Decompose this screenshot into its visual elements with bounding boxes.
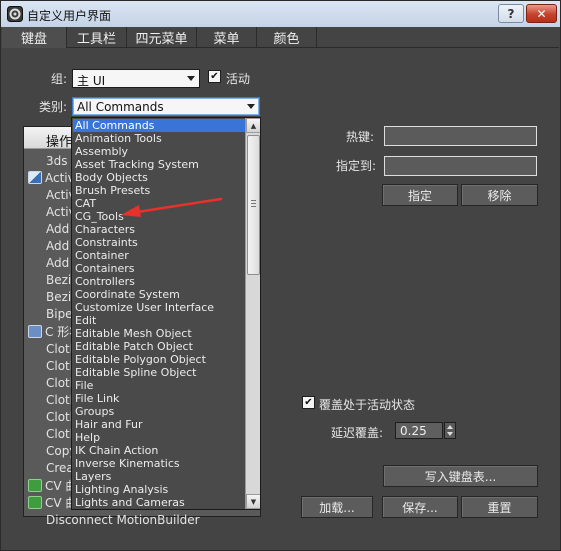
window-title: 自定义用户界面	[27, 9, 112, 23]
hotkey-label: 热键:	[346, 130, 375, 144]
help-button[interactable]: ?	[498, 4, 524, 23]
dropdown-option[interactable]: IK Chain Action	[73, 444, 245, 457]
load-button[interactable]: 加载...	[301, 496, 373, 518]
reset-button[interactable]: 重置	[461, 496, 538, 518]
dropdown-option[interactable]: Brush Presets	[73, 184, 245, 197]
dropdown-option[interactable]: Editable Polygon Object	[73, 353, 245, 366]
override-active-checkbox[interactable]: ✔	[302, 396, 315, 409]
dropdown-option[interactable]: Asset Tracking System	[73, 158, 245, 171]
dropdown-option[interactable]: Assembly	[73, 145, 245, 158]
delay-spinner[interactable]	[444, 422, 456, 439]
chess-icon	[28, 171, 42, 185]
dropdown-option[interactable]: Editable Spline Object	[73, 366, 245, 379]
scroll-down-icon[interactable]: ▼	[246, 494, 260, 509]
dropdown-option[interactable]: Controllers	[73, 275, 245, 288]
dropdown-option[interactable]: Constraints	[73, 236, 245, 249]
grip-icon	[251, 200, 256, 207]
spin-up-icon[interactable]	[447, 425, 453, 429]
active-label: 活动	[226, 72, 251, 86]
dropdown-option[interactable]: Container	[73, 249, 245, 262]
spin-down-icon[interactable]	[447, 432, 453, 436]
assigned-to-label: 指定到:	[336, 159, 377, 173]
cv-curve-icon	[28, 478, 42, 492]
customize-ui-dialog: 自定义用户界面 ? ✕ 键盘 工具栏 四元菜单 菜单 颜色 组: 主 UI ✔ …	[0, 0, 561, 551]
annotation-arrow	[121, 197, 223, 217]
tab-colors[interactable]: 颜色	[257, 27, 317, 48]
dropdown-option[interactable]: Body Objects	[73, 171, 245, 184]
hotkey-field[interactable]	[384, 126, 537, 146]
dropdown-scrollbar[interactable]: ▲ ▼	[245, 118, 260, 509]
dropdown-option[interactable]: All Commands	[73, 119, 245, 132]
dropdown-option[interactable]: Characters	[73, 223, 245, 236]
dropdown-option[interactable]: Inverse Kinematics	[73, 457, 245, 470]
title-bar: 自定义用户界面 ? ✕	[1, 1, 560, 27]
dropdown-option[interactable]: Coordinate System	[73, 288, 245, 301]
3ds-max-icon	[7, 6, 23, 22]
category-dropdown[interactable]: All Commands	[72, 97, 260, 116]
scroll-thumb[interactable]	[247, 135, 260, 275]
dropdown-option[interactable]: Containers	[73, 262, 245, 275]
dropdown-option[interactable]: File Link	[73, 392, 245, 405]
save-button[interactable]: 保存...	[382, 496, 458, 518]
assign-button[interactable]: 指定	[382, 184, 458, 206]
list-item[interactable]: Disconnect MotionBuilder	[46, 511, 200, 528]
close-button[interactable]: ✕	[526, 4, 557, 23]
delay-override-label: 延迟覆盖:	[331, 426, 384, 440]
chevron-down-icon	[247, 104, 255, 109]
group-dropdown[interactable]: 主 UI	[72, 69, 200, 88]
tab-keyboard[interactable]: 键盘	[2, 27, 67, 48]
tab-toolbars[interactable]: 工具栏	[67, 27, 127, 48]
override-active-label: 覆盖处于活动状态	[319, 398, 416, 412]
chevron-down-icon	[187, 76, 195, 81]
tab-menus[interactable]: 菜单	[197, 27, 257, 48]
tab-quad-menus[interactable]: 四元菜单	[127, 27, 197, 48]
category-value: All Commands	[77, 100, 164, 114]
dropdown-option[interactable]: Layers	[73, 470, 245, 483]
list-item[interactable]: CV 曲	[28, 477, 77, 494]
list-item[interactable]: CV 曲	[28, 494, 77, 511]
remove-button[interactable]: 移除	[461, 184, 538, 206]
dropdown-option[interactable]: Lights and Cameras	[73, 496, 245, 509]
active-checkbox[interactable]: ✔	[208, 70, 221, 83]
category-label: 类别:	[39, 100, 68, 114]
dropdown-option[interactable]: Animation Tools	[73, 132, 245, 145]
dropdown-option[interactable]: Editable Mesh Object	[73, 327, 245, 340]
dropdown-option[interactable]: Help	[73, 431, 245, 444]
action-column-header: 操作	[46, 135, 73, 150]
tab-bar: 键盘 工具栏 四元菜单 菜单 颜色	[2, 27, 559, 48]
scroll-up-icon[interactable]: ▲	[246, 118, 260, 133]
group-label: 组:	[51, 72, 68, 86]
dropdown-option[interactable]: Hair and Fur	[73, 418, 245, 431]
list-item-label: Disconnect MotionBuilder	[46, 512, 200, 527]
group-value: 主 UI	[77, 74, 106, 88]
dropdown-option[interactable]: Groups	[73, 405, 245, 418]
category-dropdown-list[interactable]: All Commands Animation Tools Assembly Asset…	[71, 117, 261, 510]
c-shape-icon	[28, 325, 42, 338]
delay-override-input[interactable]: 0.25	[395, 422, 443, 439]
assigned-to-field[interactable]	[384, 156, 537, 176]
write-keyboard-chart-button[interactable]: 写入键盘表...	[383, 465, 538, 487]
dropdown-option[interactable]: Editable Patch Object	[73, 340, 245, 353]
dropdown-option[interactable]: File	[73, 379, 245, 392]
dropdown-option[interactable]: Lighting Analysis	[73, 483, 245, 496]
dropdown-option[interactable]: Edit	[73, 314, 245, 327]
dropdown-option[interactable]: Customize User Interface	[73, 301, 245, 314]
cv-curve-icon	[28, 496, 42, 509]
